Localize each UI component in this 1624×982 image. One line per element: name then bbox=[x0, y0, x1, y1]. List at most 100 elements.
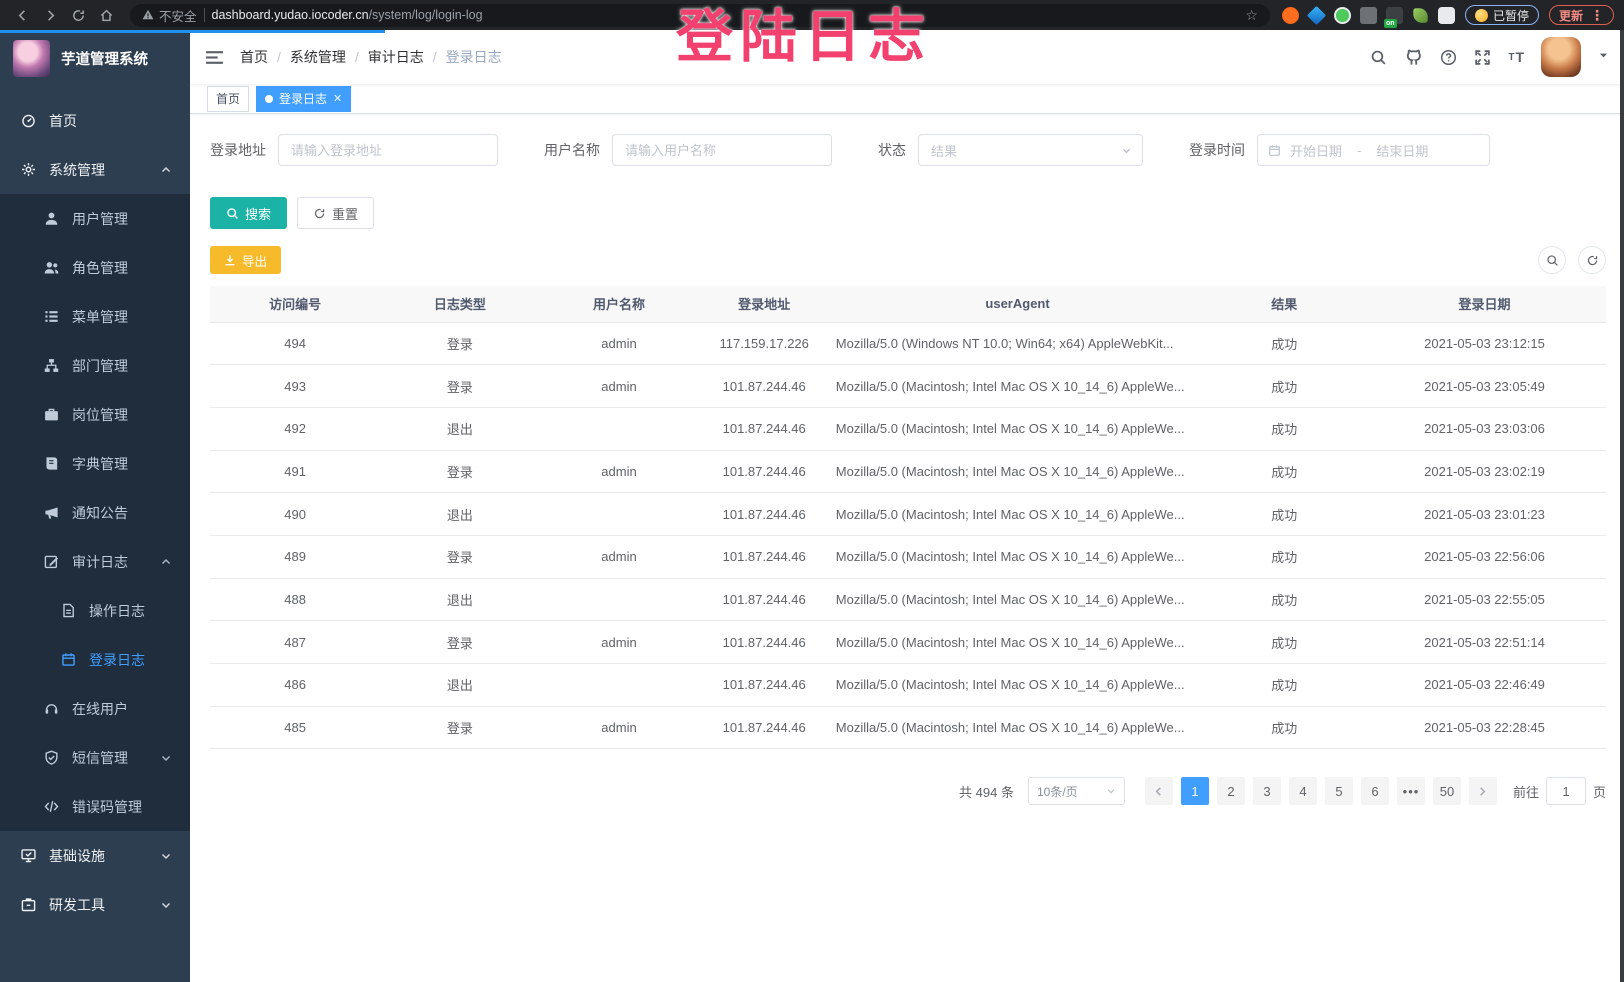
page-button-last[interactable]: 50 bbox=[1433, 777, 1461, 805]
font-size-icon[interactable]: TT bbox=[1508, 49, 1524, 65]
table-row[interactable]: 486退出101.87.244.46Mozilla/5.0 (Macintosh… bbox=[210, 664, 1606, 707]
table-row[interactable]: 490退出101.87.244.46Mozilla/5.0 (Macintosh… bbox=[210, 493, 1606, 536]
extension-green-circle-icon[interactable] bbox=[1334, 7, 1351, 24]
app-logo[interactable]: 芋道管理系统 bbox=[0, 30, 190, 86]
reload-icon[interactable] bbox=[66, 3, 90, 27]
table-row[interactable]: 491登录admin101.87.244.46Mozilla/5.0 (Maci… bbox=[210, 450, 1606, 493]
table-row[interactable]: 492退出101.87.244.46Mozilla/5.0 (Macintosh… bbox=[210, 407, 1606, 450]
extension-orange-icon[interactable] bbox=[1282, 7, 1299, 24]
user-avatar[interactable] bbox=[1541, 37, 1581, 77]
page-button-5[interactable]: 5 bbox=[1325, 777, 1353, 805]
sidebar-item-notice[interactable]: 通知公告 bbox=[0, 488, 190, 537]
bookmark-star-icon[interactable]: ☆ bbox=[1245, 7, 1258, 24]
toggle-search-button[interactable] bbox=[1538, 246, 1566, 274]
cell-date: 2021-05-03 23:05:49 bbox=[1363, 365, 1606, 408]
date-range-picker[interactable]: 开始日期 - 结束日期 bbox=[1257, 134, 1490, 166]
dashboard-icon bbox=[20, 113, 36, 128]
sidebar-item-dict-mgmt[interactable]: 字典管理 bbox=[0, 439, 190, 488]
extension-leaf-icon[interactable] bbox=[1413, 8, 1427, 22]
sidebar-item-error-code-mgmt[interactable]: 错误码管理 bbox=[0, 782, 190, 831]
sidebar-item-post-mgmt[interactable]: 岗位管理 bbox=[0, 390, 190, 439]
sidebar-item-infrastructure[interactable]: 基础设施 bbox=[0, 831, 190, 880]
update-button[interactable]: 更新 ⋮ bbox=[1549, 5, 1614, 25]
extension-grid-icon[interactable] bbox=[1360, 7, 1377, 24]
goto-page-input[interactable] bbox=[1546, 777, 1586, 805]
export-button[interactable]: 导出 bbox=[210, 246, 281, 274]
chevron-down-icon[interactable] bbox=[1598, 48, 1609, 66]
page-button-2[interactable]: 2 bbox=[1217, 777, 1245, 805]
chevron-down-icon bbox=[160, 752, 172, 764]
home-icon[interactable] bbox=[94, 3, 118, 27]
sidebar-item-dev-tools[interactable]: 研发工具 bbox=[0, 880, 190, 929]
cell-agent: Mozilla/5.0 (Macintosh; Intel Mac OS X 1… bbox=[830, 706, 1206, 749]
pagination-ellipsis-icon[interactable]: ••• bbox=[1397, 777, 1425, 805]
sidebar-item-login-log[interactable]: 登录日志 bbox=[0, 635, 190, 684]
forward-icon[interactable] bbox=[38, 3, 62, 27]
tag-login-log[interactable]: 登录日志 ✕ bbox=[256, 86, 351, 112]
paused-badge[interactable]: 已暂停 bbox=[1465, 5, 1539, 25]
page-size-select[interactable]: 10条/页 bbox=[1028, 777, 1125, 805]
prev-page-button[interactable] bbox=[1145, 777, 1173, 805]
cell-address: 117.159.17.226 bbox=[699, 322, 830, 365]
sidebar-item-home[interactable]: 首页 bbox=[0, 96, 190, 145]
github-icon[interactable] bbox=[1404, 48, 1423, 67]
extension-list-icon[interactable]: on bbox=[1386, 7, 1403, 24]
cell-result: 成功 bbox=[1205, 535, 1363, 578]
col-result: 结果 bbox=[1205, 286, 1363, 322]
cell-date: 2021-05-03 23:02:19 bbox=[1363, 450, 1606, 493]
sidebar-item-online-users[interactable]: 在线用户 bbox=[0, 684, 190, 733]
error-code-icon bbox=[43, 799, 59, 814]
tag-home[interactable]: 首页 bbox=[207, 86, 249, 112]
cell-type: 登录 bbox=[380, 365, 539, 408]
extension-blue-diamond-icon[interactable] bbox=[1307, 5, 1326, 24]
fullscreen-icon[interactable] bbox=[1474, 49, 1491, 66]
sidebar-item-sms-mgmt[interactable]: 短信管理 bbox=[0, 733, 190, 782]
next-page-button[interactable] bbox=[1469, 777, 1497, 805]
table-row[interactable]: 493登录admin101.87.244.46Mozilla/5.0 (Maci… bbox=[210, 365, 1606, 408]
sidebar-item-system-mgmt[interactable]: 系统管理 bbox=[0, 145, 190, 194]
sidebar-item-menu-mgmt[interactable]: 菜单管理 bbox=[0, 292, 190, 341]
close-icon[interactable]: ✕ bbox=[333, 92, 342, 105]
reset-button[interactable]: 重置 bbox=[297, 197, 374, 229]
sidebar-item-operation-log[interactable]: 操作日志 bbox=[0, 586, 190, 635]
table-settings bbox=[1538, 246, 1606, 274]
search-button[interactable]: 搜索 bbox=[210, 197, 287, 229]
page-button-6[interactable]: 6 bbox=[1361, 777, 1389, 805]
page-button-3[interactable]: 3 bbox=[1253, 777, 1281, 805]
breadcrumb-system[interactable]: 系统管理 bbox=[290, 47, 346, 67]
table-row[interactable]: 489登录admin101.87.244.46Mozilla/5.0 (Maci… bbox=[210, 535, 1606, 578]
browser-menu-icon[interactable]: ⋮ bbox=[1590, 7, 1604, 24]
not-secure-warning[interactable]: 不安全 bbox=[142, 6, 197, 25]
cell-address: 101.87.244.46 bbox=[699, 664, 830, 707]
window-scrollbar[interactable] bbox=[1620, 30, 1624, 982]
status-filter-select[interactable]: 结果 bbox=[918, 134, 1143, 166]
page-button-1[interactable]: 1 bbox=[1181, 777, 1209, 805]
extension-on-badge: on bbox=[1384, 19, 1397, 28]
table-row[interactable]: 494登录admin117.159.17.226Mozilla/5.0 (Win… bbox=[210, 322, 1606, 365]
help-icon[interactable] bbox=[1440, 49, 1457, 66]
cell-agent: Mozilla/5.0 (Macintosh; Intel Mac OS X 1… bbox=[830, 365, 1206, 408]
tags-view-bar: 首页 登录日志 ✕ bbox=[190, 84, 1624, 114]
breadcrumb-home[interactable]: 首页 bbox=[240, 47, 268, 67]
briefcase-icon bbox=[43, 407, 59, 422]
username-filter-input[interactable] bbox=[612, 134, 832, 166]
back-icon[interactable] bbox=[10, 3, 34, 27]
extension-puzzle-icon[interactable] bbox=[1438, 7, 1455, 24]
table-row[interactable]: 487登录admin101.87.244.46Mozilla/5.0 (Maci… bbox=[210, 621, 1606, 664]
col-login-date: 登录日期 bbox=[1363, 286, 1606, 322]
sidebar-item-user-mgmt[interactable]: 用户管理 bbox=[0, 194, 190, 243]
hamburger-icon[interactable] bbox=[205, 48, 224, 67]
page-button-4[interactable]: 4 bbox=[1289, 777, 1317, 805]
refresh-table-button[interactable] bbox=[1578, 246, 1606, 274]
address-filter-input[interactable] bbox=[278, 134, 498, 166]
breadcrumb-current: 登录日志 bbox=[446, 47, 502, 67]
breadcrumb-audit[interactable]: 审计日志 bbox=[368, 47, 424, 67]
sidebar-item-audit-log[interactable]: 审计日志 bbox=[0, 537, 190, 586]
search-icon[interactable] bbox=[1370, 49, 1387, 66]
col-username: 用户名称 bbox=[539, 286, 698, 322]
sidebar-item-role-mgmt[interactable]: 角色管理 bbox=[0, 243, 190, 292]
table-row[interactable]: 488退出101.87.244.46Mozilla/5.0 (Macintosh… bbox=[210, 578, 1606, 621]
table-row[interactable]: 485登录admin101.87.244.46Mozilla/5.0 (Maci… bbox=[210, 706, 1606, 749]
sidebar-item-dept-mgmt[interactable]: 部门管理 bbox=[0, 341, 190, 390]
cell-agent: Mozilla/5.0 (Macintosh; Intel Mac OS X 1… bbox=[830, 621, 1206, 664]
